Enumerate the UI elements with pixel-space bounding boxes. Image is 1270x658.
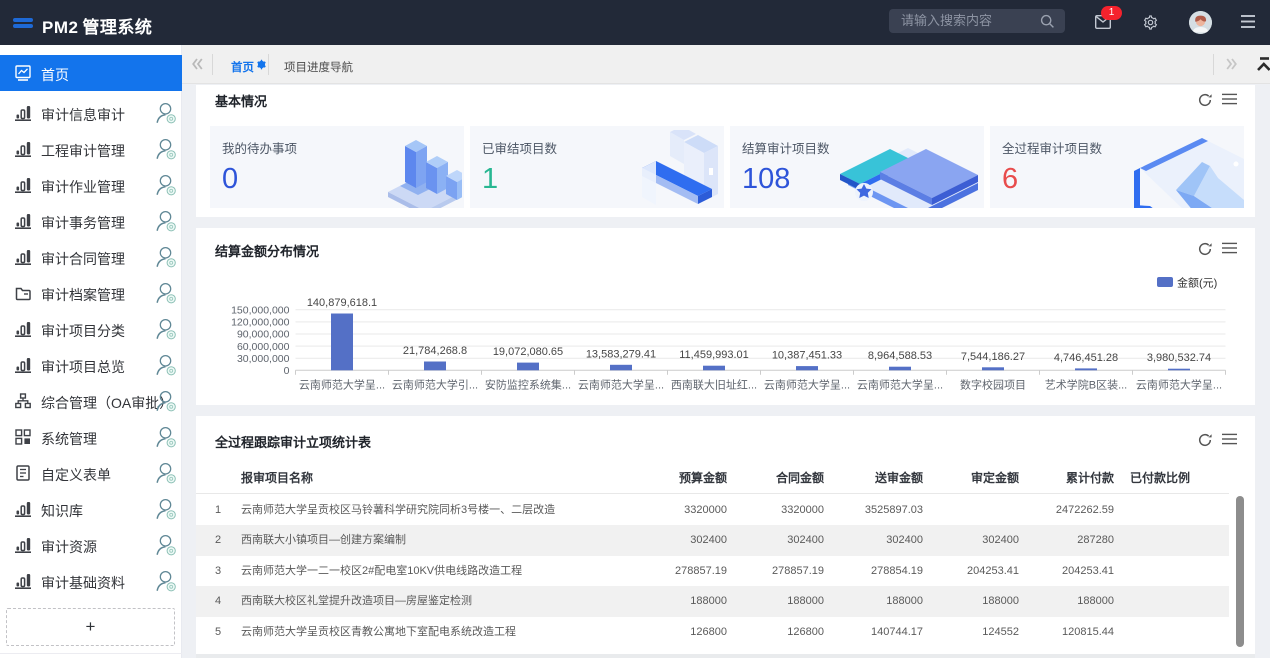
svg-text:安防监控系统集...: 安防监控系统集... — [485, 378, 571, 392]
svg-text:4,746,451.28: 4,746,451.28 — [1054, 352, 1118, 364]
svg-text:90,000,000: 90,000,000 — [237, 329, 290, 341]
svg-text:120,000,000: 120,000,000 — [231, 317, 290, 329]
svg-text:11,459,993.01: 11,459,993.01 — [679, 349, 749, 361]
svg-text:3,980,532.74: 3,980,532.74 — [1147, 352, 1211, 364]
svg-text:60,000,000: 60,000,000 — [237, 341, 290, 353]
svg-text:云南师范大学呈...: 云南师范大学呈... — [1136, 378, 1222, 392]
svg-text:0: 0 — [284, 365, 290, 377]
svg-text:10,387,451.33: 10,387,451.33 — [772, 350, 842, 362]
svg-text:云南师范大学呈...: 云南师范大学呈... — [299, 378, 385, 392]
svg-text:云南师范大学引...: 云南师范大学引... — [392, 378, 478, 392]
svg-text:13,583,279.41: 13,583,279.41 — [586, 348, 656, 360]
svg-text:8,964,588.53: 8,964,588.53 — [868, 350, 932, 362]
svg-text:西南联大旧址红...: 西南联大旧址红... — [671, 378, 757, 392]
svg-text:7,544,186.27: 7,544,186.27 — [961, 351, 1025, 363]
svg-text:艺术学院B区装...: 艺术学院B区装... — [1045, 378, 1128, 392]
svg-text:150,000,000: 150,000,000 — [231, 305, 290, 317]
svg-text:云南师范大学呈...: 云南师范大学呈... — [857, 378, 943, 392]
svg-text:云南师范大学呈...: 云南师范大学呈... — [578, 378, 664, 392]
svg-text:140,879,618.1: 140,879,618.1 — [307, 297, 377, 309]
svg-text:30,000,000: 30,000,000 — [237, 353, 290, 365]
svg-text:金额(元): 金额(元) — [1177, 276, 1217, 290]
svg-text:19,072,080.65: 19,072,080.65 — [493, 346, 563, 358]
svg-text:21,784,268.8: 21,784,268.8 — [403, 345, 467, 357]
svg-text:云南师范大学呈...: 云南师范大学呈... — [764, 378, 850, 392]
svg-text:数字校园项目: 数字校园项目 — [960, 378, 1026, 392]
